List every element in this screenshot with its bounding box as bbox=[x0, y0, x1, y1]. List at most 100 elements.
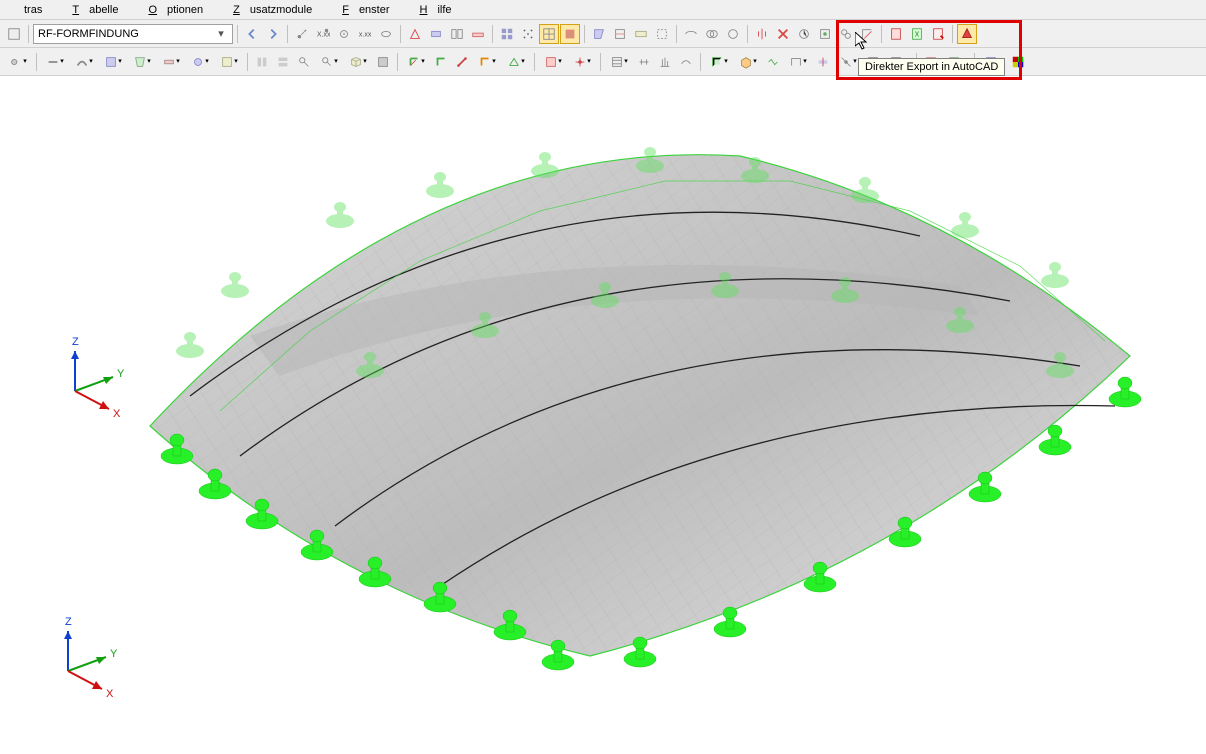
axis-triad-model: Z Y X bbox=[71, 336, 125, 420]
tb-btn[interactable] bbox=[273, 52, 293, 72]
toolbar-row-2: ▾ ▾ ▾ ▾ ▾ ▾ ▾ ▾ ▾ ▾ ▾ ▾ ▾ ▾ ▾ ▾ ▾ ▾ ▾ ▾ … bbox=[0, 48, 1206, 76]
tb-btn[interactable] bbox=[405, 24, 425, 44]
tb-btn[interactable] bbox=[452, 52, 472, 72]
toolbar-row-1: RF-FORMFINDUNG ▾ X.xx x.xx bbox=[0, 20, 1206, 48]
menu-hilfe[interactable]: Hilfe bbox=[410, 2, 472, 18]
tb-btn[interactable]: ▾ bbox=[186, 52, 214, 72]
separator bbox=[952, 25, 953, 43]
autocad-export-tooltip: Direkter Export in AutoCAD bbox=[858, 58, 1005, 76]
tb-btn[interactable] bbox=[292, 24, 312, 44]
dropdown-arrow-icon: ▾ bbox=[214, 27, 228, 40]
tb-btn[interactable] bbox=[447, 24, 467, 44]
separator bbox=[747, 25, 748, 43]
tb-btn[interactable]: ▾ bbox=[784, 52, 812, 72]
tb-btn[interactable]: ▾ bbox=[402, 52, 430, 72]
tb-btn-active[interactable] bbox=[539, 24, 559, 44]
menu-zusatzmodule[interactable]: Zusatzmodule bbox=[223, 2, 332, 18]
separator bbox=[247, 53, 248, 71]
tb-btn[interactable]: ▾ bbox=[705, 52, 733, 72]
tb-btn[interactable]: ▾ bbox=[215, 52, 243, 72]
svg-text:Z: Z bbox=[72, 336, 79, 348]
tb-btn[interactable] bbox=[373, 52, 393, 72]
mirror-icon[interactable] bbox=[752, 24, 772, 44]
tb-btn[interactable] bbox=[518, 24, 538, 44]
separator bbox=[600, 53, 601, 71]
menu-extras[interactable]: tras bbox=[4, 2, 62, 18]
tb-btn[interactable]: ▾ bbox=[99, 52, 127, 72]
tb-btn[interactable]: X.xx bbox=[313, 24, 333, 44]
svg-text:Y: Y bbox=[110, 648, 118, 660]
tb-btn[interactable] bbox=[763, 52, 783, 72]
separator bbox=[397, 53, 398, 71]
tb-btn[interactable] bbox=[676, 52, 696, 72]
tb-btn[interactable] bbox=[702, 24, 722, 44]
tb-btn[interactable]: ▾ bbox=[315, 52, 343, 72]
tb-btn[interactable] bbox=[426, 24, 446, 44]
tb-btn[interactable]: x.xx bbox=[355, 24, 375, 44]
tb-btn[interactable] bbox=[589, 24, 609, 44]
tb-btn[interactable] bbox=[681, 24, 701, 44]
menu-optionen[interactable]: Optionen bbox=[138, 2, 223, 18]
module-combo-value: RF-FORMFINDUNG bbox=[38, 28, 139, 40]
tb-btn[interactable] bbox=[497, 24, 517, 44]
separator bbox=[700, 53, 701, 71]
tb-btn[interactable] bbox=[610, 24, 630, 44]
tb-btn[interactable] bbox=[794, 24, 814, 44]
svg-text:x.xx: x.xx bbox=[359, 31, 372, 38]
tb-btn[interactable] bbox=[376, 24, 396, 44]
separator bbox=[676, 25, 677, 43]
tb-btn[interactable]: ▾ bbox=[4, 52, 32, 72]
svg-text:X: X bbox=[106, 688, 114, 700]
tb-btn[interactable] bbox=[813, 52, 833, 72]
menu-fenster[interactable]: Fenster bbox=[332, 2, 409, 18]
separator bbox=[584, 25, 585, 43]
cursor-icon bbox=[855, 32, 871, 52]
tb-btn[interactable]: ▾ bbox=[605, 52, 633, 72]
tb-btn[interactable] bbox=[634, 52, 654, 72]
tb-btn[interactable] bbox=[655, 52, 675, 72]
tb-btn[interactable] bbox=[773, 24, 793, 44]
tb-btn[interactable] bbox=[907, 24, 927, 44]
tb-btn[interactable]: ▾ bbox=[734, 52, 762, 72]
autocad-export-button[interactable] bbox=[957, 24, 977, 44]
separator bbox=[492, 25, 493, 43]
tb-btn[interactable] bbox=[652, 24, 672, 44]
module-combo[interactable]: RF-FORMFINDUNG ▾ bbox=[33, 24, 233, 44]
menu-tabelle[interactable]: Tabelle bbox=[62, 2, 138, 18]
svg-text:Y: Y bbox=[117, 368, 125, 380]
tb-btn[interactable]: ▾ bbox=[502, 52, 530, 72]
tb-btn[interactable] bbox=[334, 24, 354, 44]
tb-btn-active[interactable] bbox=[560, 24, 580, 44]
tb-btn[interactable] bbox=[723, 24, 743, 44]
tb-btn[interactable]: ▾ bbox=[568, 52, 596, 72]
tb-btn[interactable] bbox=[294, 52, 314, 72]
separator bbox=[534, 53, 535, 71]
tb-btn[interactable] bbox=[815, 24, 835, 44]
tb-btn[interactable] bbox=[468, 24, 488, 44]
tb-btn[interactable]: ▾ bbox=[70, 52, 98, 72]
svg-text:Z: Z bbox=[65, 616, 72, 628]
color-swatch-icon[interactable] bbox=[1008, 52, 1028, 72]
tb-btn[interactable] bbox=[431, 52, 451, 72]
tb-btn[interactable] bbox=[928, 24, 948, 44]
tb-btn[interactable] bbox=[836, 24, 856, 44]
separator bbox=[36, 53, 37, 71]
menubar: tras Tabelle Optionen Zusatzmodule Fenst… bbox=[0, 0, 1206, 20]
tb-btn[interactable] bbox=[252, 52, 272, 72]
viewport[interactable]: Z Y X Z Y X bbox=[0, 76, 1206, 751]
separator bbox=[287, 25, 288, 43]
tb-btn[interactable] bbox=[631, 24, 651, 44]
tb-btn[interactable]: ▾ bbox=[128, 52, 156, 72]
tb-btn[interactable]: ▾ bbox=[157, 52, 185, 72]
forward-button[interactable] bbox=[263, 24, 283, 44]
tb-btn[interactable] bbox=[4, 24, 24, 44]
back-button[interactable] bbox=[242, 24, 262, 44]
model-canvas: Z Y X Z Y X bbox=[0, 76, 1206, 751]
tb-btn[interactable]: ▾ bbox=[41, 52, 69, 72]
svg-text:X: X bbox=[113, 408, 121, 420]
pdf-icon[interactable] bbox=[886, 24, 906, 44]
box-icon[interactable]: ▾ bbox=[344, 52, 372, 72]
tb-btn[interactable]: ▾ bbox=[473, 52, 501, 72]
tb-btn[interactable]: ▾ bbox=[539, 52, 567, 72]
separator bbox=[28, 25, 29, 43]
